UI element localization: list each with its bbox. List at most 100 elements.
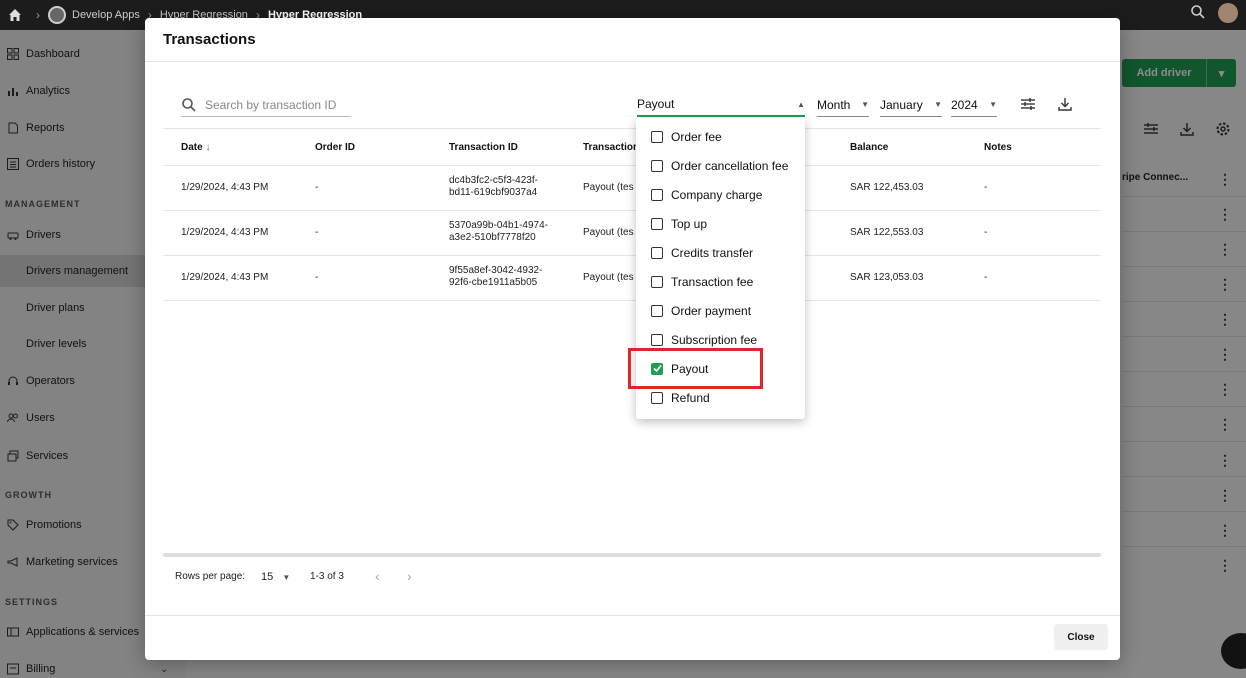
year-value: 2024 <box>951 97 978 112</box>
modal-footer-divider <box>145 615 1120 616</box>
search-input[interactable] <box>205 97 345 112</box>
search-field[interactable] <box>181 93 351 117</box>
breadcrumb-separator-icon: › <box>36 8 40 22</box>
option-refund[interactable]: Refund <box>636 383 805 412</box>
checkbox-icon[interactable] <box>651 391 663 404</box>
cell-transaction-id-line: bd11-619cbf9037a4 <box>449 187 538 198</box>
cell-balance: SAR 122,453.03 <box>850 182 924 193</box>
year-select[interactable]: 2024 ▼ <box>951 93 997 117</box>
pagination-range: 1-3 of 3 <box>310 571 344 582</box>
cell-notes: - <box>984 182 988 193</box>
option-company-charge[interactable]: Company charge <box>636 180 805 209</box>
cell-transaction-type: Payout (tes <box>583 272 634 283</box>
column-header-date[interactable]: Date ↓ <box>181 142 210 153</box>
transaction-type-select[interactable]: Payout ▲ <box>637 93 805 117</box>
cell-transaction-id: dc4b3fc2-c5f3-423f-bd11-619cbf9037a4 <box>449 175 538 199</box>
rows-per-page-label: Rows per page: <box>175 571 246 582</box>
column-header-order-id: Order ID <box>315 142 356 153</box>
cell-date: 1/29/2024, 4:43 PM <box>181 272 269 283</box>
option-order-cancellation-fee[interactable]: Order cancellation fee <box>636 151 805 180</box>
checkbox-icon[interactable] <box>651 217 663 230</box>
rows-per-page-value: 15 <box>261 571 274 583</box>
checkbox-icon[interactable] <box>651 246 663 259</box>
cell-order-id: - <box>315 272 319 283</box>
option-order-payment[interactable]: Order payment <box>636 296 805 325</box>
column-header-transaction: Transaction <box>583 142 640 153</box>
option-order-fee[interactable]: Order fee <box>636 122 805 151</box>
checkbox-icon[interactable] <box>651 130 663 143</box>
rows-per-page-select[interactable]: 15 ▼ <box>261 571 290 583</box>
chevron-down-icon: ▼ <box>934 100 942 109</box>
transaction-type-value: Payout <box>637 97 675 111</box>
checkbox-icon[interactable] <box>651 159 663 172</box>
home-icon[interactable] <box>2 2 28 28</box>
option-label: Payout <box>671 361 709 376</box>
period-select[interactable]: Month ▼ <box>817 93 869 117</box>
cell-transaction-id: 5370a99b-04b1-4974- a3e2-510bf7778f20 <box>449 220 548 244</box>
option-label: Company charge <box>671 187 763 202</box>
column-header-transaction-id: Transaction ID <box>449 142 518 153</box>
option-transaction-fee[interactable]: Transaction fee <box>636 267 805 296</box>
checkbox-icon[interactable] <box>651 333 663 346</box>
cell-date: 1/29/2024, 4:43 PM <box>181 227 269 238</box>
search-icon <box>182 97 196 112</box>
option-credits-transfer[interactable]: Credits transfer <box>636 238 805 267</box>
cell-transaction-id-line: 92f6-cbe1911a5b05 <box>449 277 538 288</box>
table-row[interactable]: 1/29/2024, 4:43 PM - dc4b3fc2-c5f3-423f-… <box>163 166 1101 211</box>
column-header-notes: Notes <box>984 142 1012 153</box>
close-button[interactable]: Close <box>1054 624 1108 650</box>
checkbox-icon[interactable] <box>651 275 663 288</box>
checkbox-icon[interactable] <box>651 304 663 317</box>
cell-balance: SAR 123,053.03 <box>850 272 924 283</box>
month-select[interactable]: January ▼ <box>880 93 942 117</box>
transaction-type-dropdown: Order fee Order cancellation fee Company… <box>636 118 805 419</box>
period-value: Month <box>817 97 851 112</box>
chevron-down-icon: ▼ <box>861 100 869 109</box>
arrow-down-icon: ↓ <box>205 142 211 153</box>
cell-order-id: - <box>315 182 319 193</box>
cell-order-id: - <box>315 227 319 238</box>
option-label: Order payment <box>671 303 752 318</box>
checkbox-checked-icon[interactable] <box>651 362 663 375</box>
option-label: Transaction fee <box>671 274 754 289</box>
modal-title: Transactions <box>163 31 256 48</box>
option-subscription-fee[interactable]: Subscription fee <box>636 325 805 354</box>
breadcrumb-app[interactable]: Develop Apps <box>72 9 140 21</box>
user-avatar[interactable] <box>1218 3 1238 23</box>
checkbox-icon[interactable] <box>651 188 663 201</box>
table-row[interactable]: 1/29/2024, 4:43 PM - 9f55a8ef-3042-4932-… <box>163 256 1101 301</box>
month-value: January <box>880 97 923 112</box>
app-logo-icon <box>48 6 66 24</box>
download-icon[interactable] <box>1056 95 1074 113</box>
cell-transaction-id: 9f55a8ef-3042-4932- 92f6-cbe1911a5b05 <box>449 265 542 289</box>
cell-transaction-id-line: dc4b3fc2-c5f3-423f- <box>449 175 538 186</box>
option-payout[interactable]: Payout <box>636 354 805 383</box>
option-label: Top up <box>671 216 708 231</box>
option-label: Credits transfer <box>671 245 754 260</box>
cell-notes: - <box>984 272 988 283</box>
option-label: Order fee <box>671 129 722 144</box>
next-page-icon[interactable]: › <box>407 568 412 584</box>
column-header-label: Date <box>181 142 203 153</box>
cell-transaction-id-line: a3e2-510bf7778f20 <box>449 232 536 243</box>
cell-balance: SAR 122,553.03 <box>850 227 924 238</box>
horizontal-scrollbar[interactable] <box>163 553 1101 557</box>
option-label: Subscription fee <box>671 332 758 347</box>
table-header: Date ↓ Order ID Transaction ID Transacti… <box>163 128 1101 166</box>
previous-page-icon[interactable]: ‹ <box>375 568 380 584</box>
modal-header-divider <box>145 61 1120 62</box>
cell-transaction-id-line: 5370a99b-04b1-4974- <box>449 220 548 231</box>
cell-transaction-type: Payout (tes <box>583 227 634 238</box>
option-label: Order cancellation fee <box>671 158 789 173</box>
column-header-balance: Balance <box>850 142 889 153</box>
cell-transaction-id-line: 9f55a8ef-3042-4932- <box>449 265 543 276</box>
search-icon[interactable] <box>1190 4 1206 23</box>
chevron-up-icon: ▲ <box>797 99 805 109</box>
chevron-down-icon: ▼ <box>989 100 997 109</box>
cell-transaction-type: Payout (tes <box>583 182 634 193</box>
transactions-modal: Transactions Payout ▲ Month ▼ January ▼ … <box>145 18 1120 660</box>
option-top-up[interactable]: Top up <box>636 209 805 238</box>
cell-notes: - <box>984 227 988 238</box>
table-row[interactable]: 1/29/2024, 4:43 PM - 5370a99b-04b1-4974-… <box>163 211 1101 256</box>
filter-sliders-icon[interactable] <box>1019 95 1037 113</box>
